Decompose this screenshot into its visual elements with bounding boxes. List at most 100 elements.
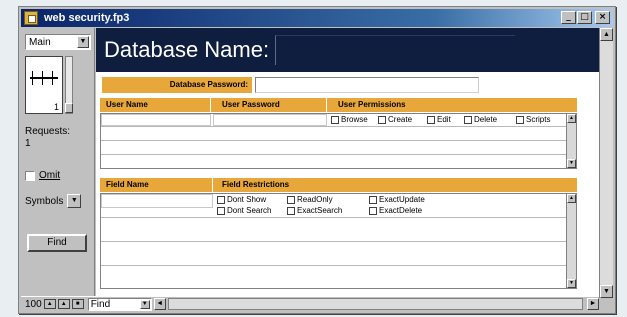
col-user-permissions: User Permissions [338, 100, 406, 109]
col-field-name: Field Name [106, 180, 149, 189]
restriction-label: ExactSearch [297, 206, 343, 215]
table-row [101, 156, 576, 169]
scroll-down-icon[interactable]: ▼ [600, 285, 613, 298]
fields-portal-scrollbar[interactable]: ▲ ▼ [566, 194, 576, 288]
table-row: Dont Show ReadOnly ExactUpdate Dont Sear… [101, 194, 576, 218]
requests-label: Requests: [25, 126, 71, 137]
column-divider [210, 98, 211, 112]
readonly-checkbox[interactable] [287, 196, 295, 204]
browse-checkbox[interactable] [331, 116, 339, 124]
window-controls: _ □ × [561, 11, 610, 24]
window-title: web security.fp3 [44, 12, 130, 24]
scroll-right-icon[interactable]: ► [587, 298, 599, 310]
book-tick [42, 71, 43, 85]
scripts-checkbox[interactable] [516, 116, 524, 124]
scroll-up-icon[interactable]: ▲ [567, 114, 576, 123]
table-row [101, 266, 576, 288]
status-toggle-icon[interactable]: ■ [71, 299, 84, 309]
edit-checkbox[interactable] [427, 116, 435, 124]
book-tick [32, 71, 33, 85]
filemaker-app-icon[interactable] [24, 11, 38, 25]
scroll-up-icon[interactable]: ▲ [600, 28, 613, 41]
permission-delete[interactable]: Delete [464, 114, 497, 126]
create-checkbox[interactable] [378, 116, 386, 124]
zoom-level: 100 [25, 298, 42, 310]
user-name-field[interactable] [101, 114, 211, 126]
permission-scripts[interactable]: Scripts [516, 114, 550, 126]
table-row [101, 128, 576, 141]
window-vertical-scrollbar[interactable]: ▲ ▼ [599, 28, 613, 298]
close-button[interactable]: × [595, 11, 610, 24]
database-name-label: Database Name: [104, 37, 270, 62]
database-window: web security.fp3 _ □ × Main ▼ 1 Requests… [18, 6, 616, 314]
restriction-label: Dont Search [227, 206, 272, 215]
permission-label: Scripts [526, 115, 551, 124]
col-user-name: User Name [106, 100, 148, 109]
exactdelete-checkbox[interactable] [369, 207, 377, 215]
scroll-left-icon[interactable]: ◄ [153, 298, 166, 310]
status-area: Main ▼ 1 Requests: 1 Omit Symbols ▼ Find [21, 28, 95, 298]
dont-show-checkbox[interactable] [217, 196, 225, 204]
database-name-header: Database Name: [96, 28, 599, 72]
minimize-button[interactable]: _ [561, 11, 576, 24]
restriction-dont-search[interactable]: Dont Search [217, 205, 271, 217]
scroll-up-icon[interactable]: ▲ [567, 194, 576, 203]
column-divider [212, 178, 213, 192]
restriction-exactdelete[interactable]: ExactDelete [369, 205, 422, 217]
mode-value: Find [90, 298, 111, 310]
requests-info: Requests: 1 [25, 126, 70, 150]
col-field-restrictions: Field Restrictions [222, 180, 290, 189]
symbols-label: Symbols [25, 195, 64, 207]
column-divider [326, 98, 327, 112]
title-bar[interactable]: web security.fp3 _ □ × [21, 9, 613, 27]
table-row [101, 218, 576, 242]
users-table-header: User Name User Password User Permissions [100, 98, 577, 112]
dont-search-checkbox[interactable] [217, 207, 225, 215]
fields-portal: Dont Show ReadOnly ExactUpdate Dont Sear… [100, 193, 577, 289]
exactupdate-checkbox[interactable] [369, 196, 377, 204]
chevron-down-icon[interactable]: ▼ [77, 36, 89, 48]
permission-browse[interactable]: Browse [331, 114, 368, 126]
symbols-dropdown-icon[interactable]: ▼ [67, 194, 82, 208]
password-field[interactable] [255, 77, 479, 93]
fields-table-header: Field Name Field Restrictions [100, 178, 577, 192]
bottom-bar: 100 ▲ ▲ ■ Find ▼ ◄ ► [21, 296, 599, 311]
permission-label: Create [388, 115, 413, 124]
mode-dropdown[interactable]: Find ▼ [87, 297, 152, 311]
book-icon[interactable]: 1 [25, 56, 63, 114]
table-row [101, 242, 576, 266]
password-label: Database Password: [102, 77, 252, 93]
users-portal-scrollbar[interactable]: ▲ ▼ [566, 114, 576, 168]
zoom-in-icon[interactable]: ▲ [57, 299, 70, 309]
table-row: Browse Create Edit Delete Scripts [101, 114, 576, 127]
exactsearch-checkbox[interactable] [287, 207, 295, 215]
database-name-field[interactable] [275, 35, 516, 65]
permission-create[interactable]: Create [378, 114, 412, 126]
book-tick [52, 71, 53, 85]
layout-content: Database Name: Database Password: User N… [96, 28, 599, 298]
user-password-field[interactable] [213, 114, 327, 126]
restriction-exactsearch[interactable]: ExactSearch [287, 205, 342, 217]
permission-edit[interactable]: Edit [427, 114, 451, 126]
maximize-button[interactable]: □ [577, 11, 592, 24]
table-row [101, 142, 576, 155]
horizontal-scrollbar[interactable] [167, 298, 583, 310]
chevron-down-icon[interactable]: ▼ [139, 299, 150, 309]
omit-checkbox[interactable] [25, 170, 35, 181]
record-number: 1 [53, 102, 59, 112]
zoom-out-icon[interactable]: ▲ [43, 299, 56, 309]
scroll-down-icon[interactable]: ▼ [567, 159, 576, 168]
permission-label: Browse [341, 115, 368, 124]
omit-label: Omit [39, 170, 61, 181]
field-name-field[interactable] [101, 194, 213, 208]
symbols-control[interactable]: Symbols ▼ [25, 194, 82, 208]
omit-option[interactable]: Omit [25, 170, 60, 181]
scroll-down-icon[interactable]: ▼ [567, 279, 576, 288]
find-button[interactable]: Find [27, 234, 87, 252]
record-slider[interactable] [65, 56, 73, 114]
permission-label: Edit [437, 115, 451, 124]
delete-checkbox[interactable] [464, 116, 472, 124]
layout-dropdown[interactable]: Main ▼ [25, 34, 91, 50]
restriction-label: ExactDelete [379, 206, 423, 215]
slider-thumb[interactable] [65, 103, 73, 113]
